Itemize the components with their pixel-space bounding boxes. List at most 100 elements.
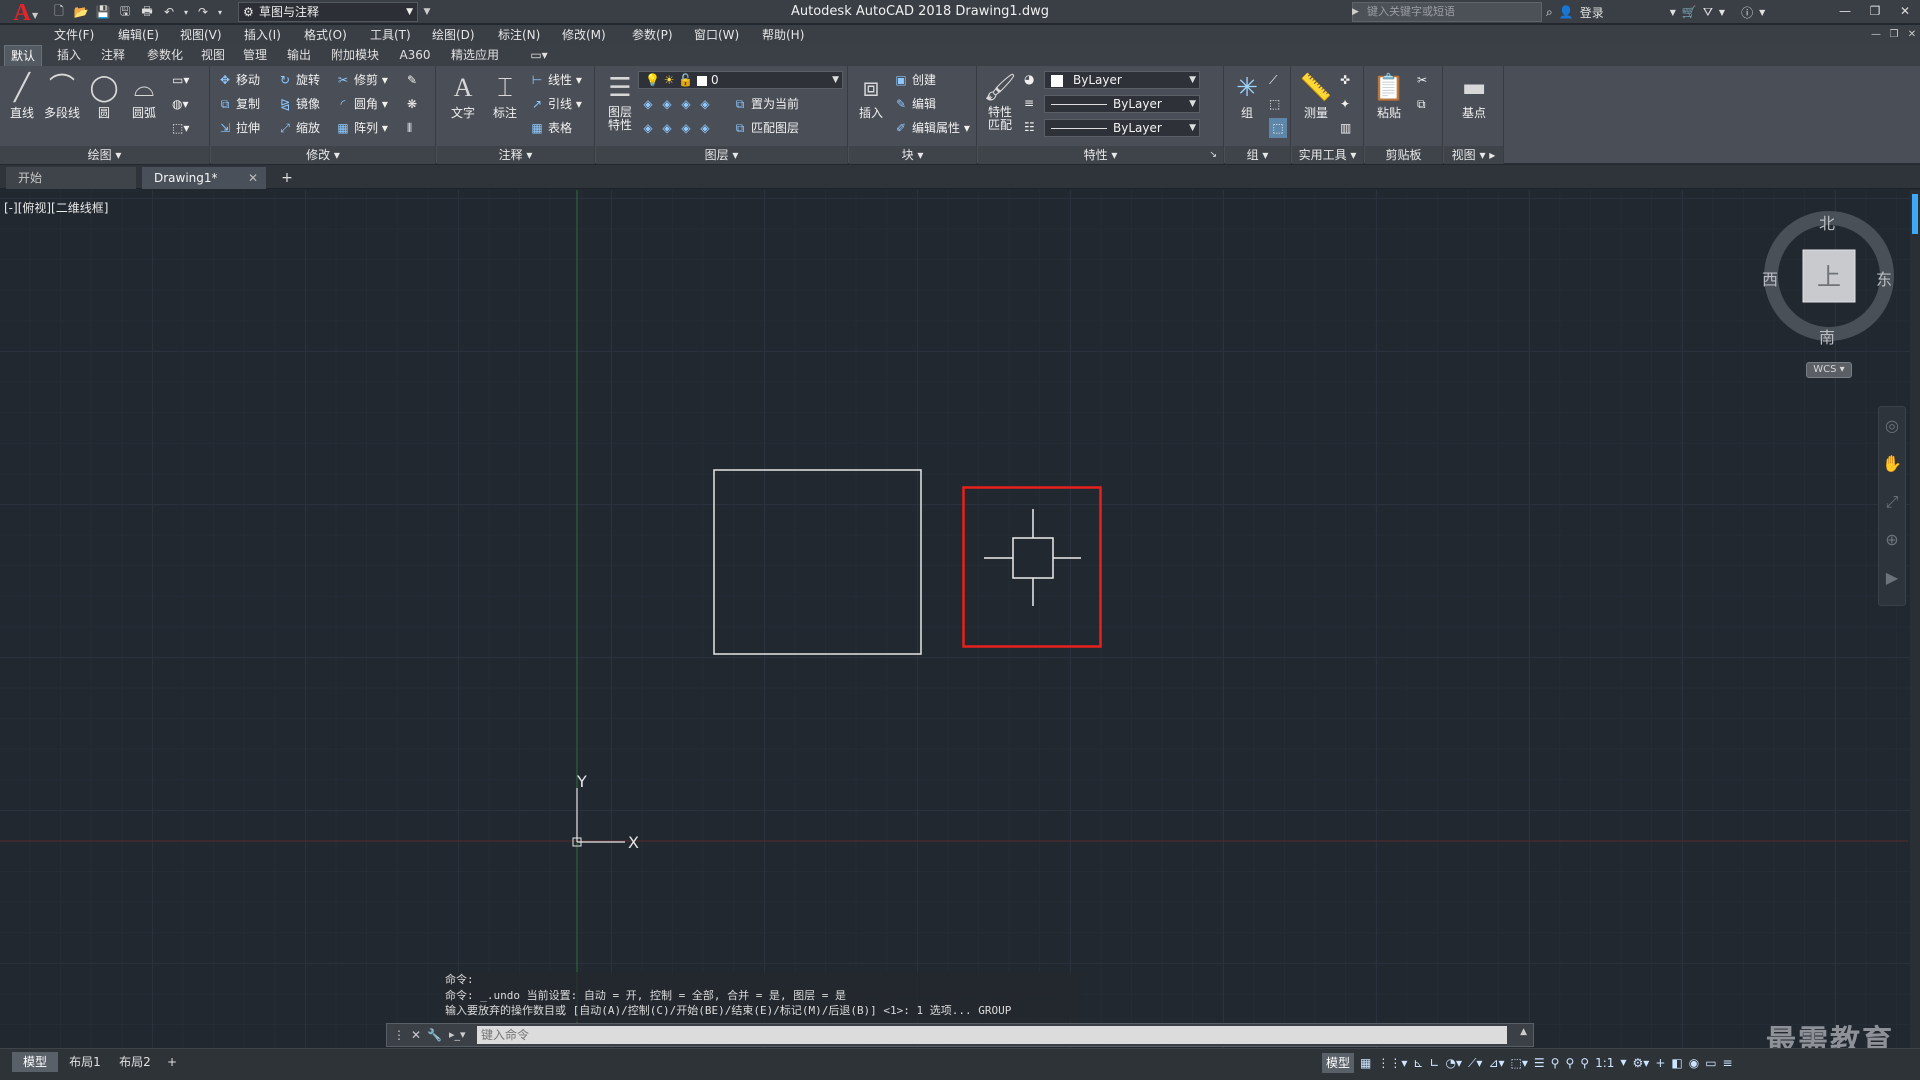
menu-edit[interactable]: 编辑(E) [118, 25, 159, 45]
polar-tracking-icon[interactable]: ◔▾ [1446, 1053, 1463, 1073]
base-button[interactable]: ▬ 基点 [1454, 70, 1494, 132]
showmotion-icon[interactable]: ▶ [1879, 559, 1905, 597]
autodesk-a360-icon[interactable]: ⛛ [1703, 5, 1713, 20]
linetype-dropdown[interactable]: ByLayer ▼ [1044, 119, 1200, 137]
command-history-up-icon[interactable]: ▲ [1520, 1027, 1527, 1037]
snap-icon[interactable]: ⋮⋮▾ [1377, 1053, 1407, 1073]
tab-view[interactable]: 视图 [196, 45, 230, 66]
point-icon[interactable]: ✦ [1340, 94, 1350, 114]
panel-title-draw[interactable]: 绘图 ▾ [0, 146, 209, 164]
rectangle-shape[interactable] [713, 469, 922, 655]
menu-draw[interactable]: 绘图(D) [432, 25, 475, 45]
doc-restore-icon[interactable]: ❐ [1886, 25, 1902, 45]
trim-button[interactable]: ✂ 修剪 ▾ [335, 70, 388, 90]
text-button[interactable]: A 文字 [443, 70, 483, 132]
erase-icon[interactable]: ✎ [407, 70, 417, 90]
new-file-icon[interactable]: 🗋 [50, 3, 68, 21]
drawing-canvas[interactable]: Y X 上 [-][俯视][二维线框] 北 南 东 西 WCS ▾ ◎ ✋ ⤢ … [0, 190, 1920, 1059]
annotation-visibility-icon[interactable]: ⚲ [1551, 1053, 1560, 1073]
login-button[interactable]: 登录 [1580, 4, 1604, 21]
grip-icon[interactable]: ⋮ [393, 1028, 405, 1042]
chevron-down-icon[interactable]: ▼ [1719, 8, 1725, 17]
lineweight-display-icon[interactable]: ☰ [1534, 1053, 1545, 1073]
hatch-icon[interactable]: ◍▾ [172, 94, 189, 114]
customize-qat-button[interactable]: ▼ [420, 2, 434, 22]
cut-icon[interactable]: ✂ [1417, 70, 1427, 90]
open-file-icon[interactable]: 📂 [72, 3, 90, 21]
menu-help[interactable]: 帮助(H) [762, 25, 804, 45]
color-dropdown[interactable]: ByLayer ▼ [1044, 71, 1200, 89]
mirror-button[interactable]: ⧎ 镜像 [277, 94, 320, 114]
table-button[interactable]: ▦ 表格 [529, 118, 572, 138]
layer-tools-row1[interactable]: ◈ ◈ ◈ ◈ [640, 94, 716, 114]
cart-icon[interactable]: 🛒 [1682, 5, 1697, 19]
restore-icon[interactable]: ❐ [1860, 0, 1890, 22]
close-icon[interactable]: ✕ [411, 1028, 421, 1042]
lineweight-dropdown[interactable]: ByLayer ▼ [1044, 95, 1200, 113]
scale-button[interactable]: ⤢ 缩放 [277, 118, 320, 138]
dimension-button[interactable]: ⌶ 标注 [485, 70, 525, 132]
wcs-menu[interactable]: WCS ▾ [1806, 362, 1852, 378]
menu-window[interactable]: 窗口(W) [694, 25, 739, 45]
group-button[interactable]: ✳ 组 [1227, 70, 1267, 132]
viewcube-east[interactable]: 东 [1876, 266, 1892, 290]
group-select-icon[interactable]: ⬚ [1269, 118, 1287, 138]
save-as-icon[interactable]: 🖫 [116, 3, 134, 21]
layout-tab-model[interactable]: 模型 [12, 1052, 58, 1072]
grid-icon[interactable]: ▦ [1360, 1053, 1371, 1073]
ungroup-icon[interactable]: ⟋ [1269, 70, 1277, 90]
viewport-controls-label[interactable]: [-][俯视][二维线框] [4, 199, 108, 216]
layer-properties-button[interactable]: ☰ 图层 特性 [600, 70, 640, 132]
calculator-icon[interactable]: ▥ [1340, 118, 1351, 138]
osnap-tracking-icon[interactable]: ⟋▾ [1468, 1053, 1482, 1073]
workspace-dropdown[interactable]: ⚙ 草图与注释 ▼ [238, 2, 418, 22]
menu-modify[interactable]: 修改(M) [562, 25, 606, 45]
search-expand-icon[interactable]: ▶ [1352, 2, 1364, 22]
set-current-button[interactable]: ⧉ 置为当前 [732, 94, 799, 114]
stretch-button[interactable]: ⇲ 拉伸 [217, 118, 260, 138]
tab-output[interactable]: 输出 [282, 45, 316, 66]
command-prompt-icon[interactable]: ▸_▾ [449, 1026, 475, 1044]
plot-icon[interactable]: 🖶 [138, 3, 156, 21]
panel-title-layers[interactable]: 图层 ▾ [596, 146, 847, 164]
boundary-icon[interactable]: ⬚▾ [172, 118, 189, 138]
tab-annotate[interactable]: 注释 [94, 45, 132, 66]
tab-a360[interactable]: A360 [396, 45, 434, 66]
isolate-objects-icon[interactable]: ◉ [1689, 1053, 1699, 1073]
chevron-down-icon[interactable]: ▼ [1620, 1053, 1626, 1073]
infer-constraints-icon[interactable]: ⊾ [1413, 1053, 1423, 1073]
panel-title-clipboard[interactable]: 剪贴板 [1365, 146, 1442, 164]
copy-clip-icon[interactable]: ⧉ [1417, 94, 1426, 114]
tab-parametric[interactable]: 参数化 [140, 45, 190, 66]
tab-start[interactable]: 开始 [6, 167, 136, 189]
doc-close-icon[interactable]: ✕ [1904, 25, 1920, 45]
hardware-accel-icon[interactable]: ◧ [1671, 1053, 1682, 1073]
layout-tab-layout2[interactable]: 布局2 [112, 1052, 158, 1072]
measure-button[interactable]: 📏 测量 [1296, 70, 1336, 132]
dialog-launcher-icon[interactable]: ↘ [1209, 146, 1217, 164]
tab-addins[interactable]: 附加模块 [324, 45, 386, 66]
customization-menu-icon[interactable]: ≡ [1723, 1053, 1733, 1073]
fillet-button[interactable]: ◜ 圆角 ▾ [335, 94, 388, 114]
close-icon[interactable]: ✕ [1890, 0, 1920, 22]
undo-icon[interactable]: ↶ [160, 3, 178, 21]
minimize-icon[interactable]: — [1830, 0, 1860, 22]
rectangle-icon[interactable]: ▭▾ [172, 70, 189, 90]
menu-view[interactable]: 视图(V) [180, 25, 222, 45]
search-input[interactable]: 键入关键字或短语 [1352, 2, 1542, 22]
move-button[interactable]: ✥ 移动 [217, 70, 260, 90]
layer-dropdown[interactable]: 💡 ☀ 🔓 0 ▼ [638, 71, 843, 89]
leader-button[interactable]: ↗ 引线 ▾ [529, 94, 582, 114]
panel-title-groups[interactable]: 组 ▾ [1225, 146, 1290, 164]
layout-tab-layout1[interactable]: 布局1 [62, 1052, 108, 1072]
circle-button[interactable]: ◯ 圆 [84, 70, 124, 132]
doc-minimize-icon[interactable]: — [1868, 25, 1884, 45]
polyline-button[interactable]: ⌒ 多段线 [42, 70, 82, 132]
quick-select-icon[interactable]: ✜ [1340, 70, 1350, 90]
help-icon[interactable]: ⓘ [1741, 4, 1753, 21]
menu-dimension[interactable]: 标注(N) [498, 25, 540, 45]
wrench-icon[interactable]: 🔧 [427, 1028, 442, 1042]
close-icon[interactable]: ✕ [248, 167, 258, 189]
layer-tools-row2[interactable]: ◈ ◈ ◈ ◈ [640, 118, 716, 138]
panel-title-modify[interactable]: 修改 ▾ [211, 146, 435, 164]
